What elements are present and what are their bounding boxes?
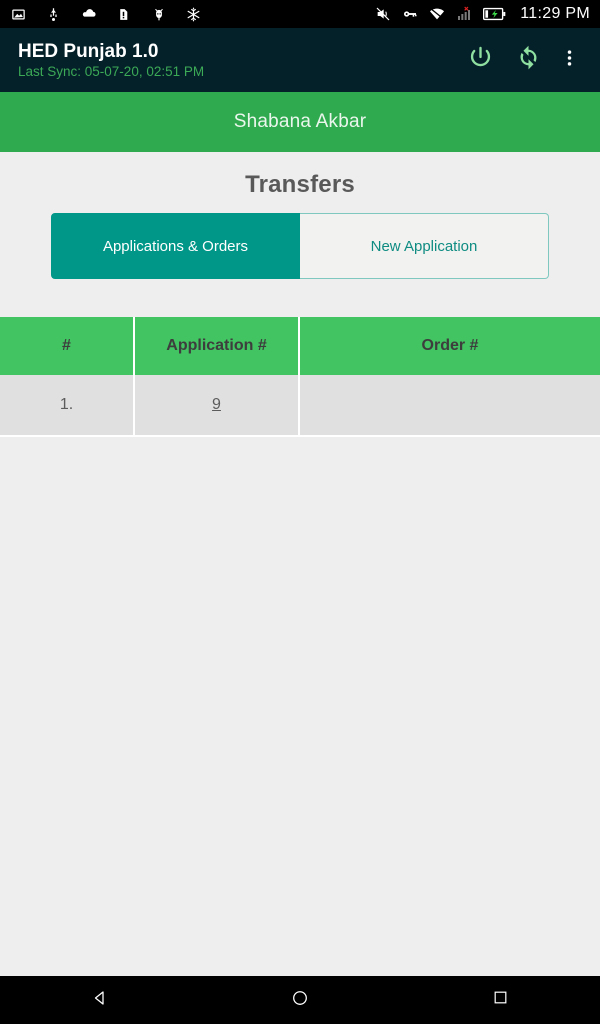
- applications-table: # Application # Order # 1. 9: [0, 317, 600, 437]
- main-content: Transfers Applications & Orders New Appl…: [0, 152, 600, 976]
- cloud-icon: [80, 6, 97, 23]
- android-nav-bar: [0, 976, 600, 1024]
- usb-icon: [45, 6, 62, 23]
- cell-application[interactable]: 9: [135, 375, 300, 437]
- screenshot-icon: [10, 6, 27, 23]
- tab-applications-and-orders[interactable]: Applications & Orders: [51, 213, 300, 279]
- recents-button[interactable]: [465, 976, 535, 1024]
- snowflake-icon: [185, 6, 202, 23]
- overflow-menu-button[interactable]: [552, 36, 586, 84]
- column-header-index: #: [0, 317, 135, 375]
- user-name-bar: Shabana Akbar: [0, 92, 600, 152]
- sync-button[interactable]: [504, 36, 552, 84]
- app-root: 11:29 PM HED Punjab 1.0 Last Sync: 05-07…: [0, 0, 600, 1024]
- tab-new-application[interactable]: New Application: [300, 213, 549, 279]
- table-row[interactable]: 1. 9: [0, 375, 600, 437]
- last-sync-label: Last Sync: 05-07-20, 02:51 PM: [18, 63, 205, 79]
- signal-no-sim-icon: [455, 6, 472, 23]
- column-header-order: Order #: [300, 317, 600, 375]
- transfers-tab-group: Applications & Orders New Application: [51, 213, 549, 279]
- developer-icon: [150, 6, 167, 23]
- toolbar-title-block: HED Punjab 1.0 Last Sync: 05-07-20, 02:5…: [18, 40, 456, 81]
- status-bar: 11:29 PM: [0, 0, 600, 28]
- home-button[interactable]: [265, 976, 335, 1024]
- table-header-row: # Application # Order #: [0, 317, 600, 375]
- status-bar-clock: 11:29 PM: [520, 5, 590, 22]
- status-bar-left-icons: [10, 6, 220, 23]
- recents-square-icon: [492, 989, 509, 1011]
- vpn-key-icon: [401, 6, 418, 23]
- cell-order: [300, 375, 600, 437]
- back-button[interactable]: [65, 976, 135, 1024]
- tab-new-application-label: New Application: [370, 237, 478, 255]
- application-number-link[interactable]: 9: [212, 396, 221, 414]
- sd-card-warning-icon: [115, 6, 132, 23]
- overflow-menu-icon: [567, 46, 572, 75]
- cell-index: 1.: [0, 375, 135, 437]
- tab-applications-and-orders-label: Applications & Orders: [102, 237, 249, 255]
- page-title: Transfers: [245, 171, 355, 198]
- back-triangle-icon: [91, 989, 109, 1012]
- home-circle-icon: [291, 989, 309, 1012]
- app-title: HED Punjab 1.0: [18, 40, 159, 62]
- battery-charging-icon: [482, 6, 506, 23]
- toolbar-actions: [456, 36, 586, 84]
- sync-icon: [515, 44, 542, 76]
- logout-button[interactable]: [456, 36, 504, 84]
- user-name-label: Shabana Akbar: [233, 111, 367, 132]
- volume-muted-icon: [374, 6, 391, 23]
- column-header-application: Application #: [135, 317, 300, 375]
- status-bar-right-icons: 11:29 PM: [374, 5, 590, 23]
- app-toolbar: HED Punjab 1.0 Last Sync: 05-07-20, 02:5…: [0, 28, 600, 92]
- power-icon: [467, 44, 494, 76]
- wifi-off-icon: [428, 6, 445, 23]
